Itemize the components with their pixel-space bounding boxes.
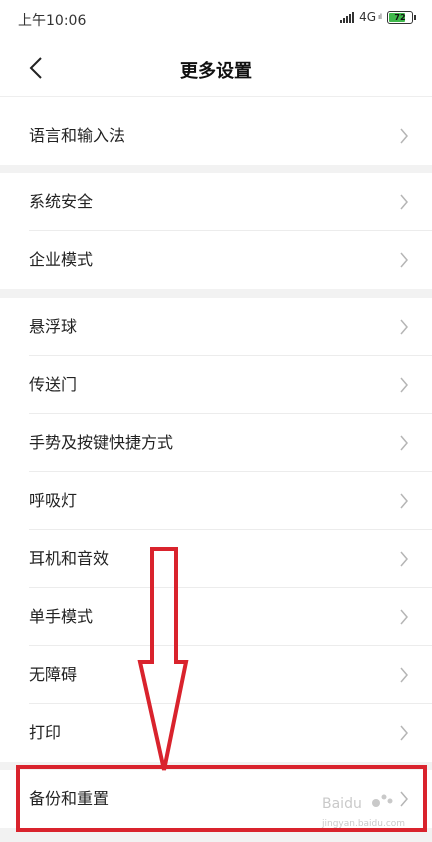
chevron-right-icon: [400, 194, 408, 210]
section-gap: [0, 828, 432, 842]
status-time: 上午10:06: [18, 13, 87, 29]
settings-item-one-hand-mode[interactable]: 单手模式: [0, 588, 432, 646]
settings-item-accessibility[interactable]: 无障碍: [0, 646, 432, 704]
chevron-right-icon: [400, 319, 408, 335]
chevron-right-icon: [400, 725, 408, 741]
section-gap: [0, 762, 432, 770]
settings-item-gesture-shortcuts[interactable]: 手势及按键快捷方式: [0, 414, 432, 472]
settings-item-label: 悬浮球: [29, 317, 78, 336]
chevron-right-icon: [400, 609, 408, 625]
settings-item-breathing-light[interactable]: 呼吸灯: [0, 472, 432, 530]
settings-item-label: 耳机和音效: [29, 549, 110, 568]
chevron-right-icon: [400, 377, 408, 393]
section-gap: [0, 289, 432, 298]
settings-item-label: 无障碍: [29, 665, 78, 684]
battery-icon: 72: [387, 10, 413, 24]
chevron-right-icon: [400, 252, 408, 268]
settings-item-portal[interactable]: 传送门: [0, 356, 432, 414]
settings-item-label: 单手模式: [29, 607, 94, 626]
settings-item-label: 打印: [29, 723, 62, 742]
settings-item-label: 系统安全: [29, 192, 94, 211]
battery-tip: [414, 14, 416, 20]
settings-item-print[interactable]: 打印: [0, 704, 432, 762]
settings-item-system-security[interactable]: 系统安全: [0, 173, 432, 231]
chevron-right-icon: [400, 667, 408, 683]
header: 更多设置: [0, 40, 432, 96]
chevron-right-icon: [400, 551, 408, 567]
chevron-right-icon: [400, 128, 408, 144]
settings-item-label: 企业模式: [29, 250, 94, 269]
settings-item-label: 呼吸灯: [29, 491, 78, 510]
chevron-right-icon: [400, 435, 408, 451]
settings-item-enterprise-mode[interactable]: 企业模式: [0, 231, 432, 289]
network-type: 4G: [359, 10, 377, 24]
settings-item-headphones-audio[interactable]: 耳机和音效: [0, 530, 432, 588]
settings-item-floating-ball[interactable]: 悬浮球: [0, 298, 432, 356]
battery-level: 72: [394, 12, 406, 22]
chevron-right-icon: [400, 493, 408, 509]
scrolled-row-edge: [0, 96, 432, 106]
chevron-right-icon: [400, 791, 408, 807]
page-title: 更多设置: [180, 61, 252, 82]
settings-item-label: 语言和输入法: [29, 126, 126, 145]
settings-item-backup-reset[interactable]: 备份和重置: [0, 770, 432, 828]
status-bar: 上午10:06 4G ıl 72: [0, 0, 432, 36]
settings-item-label: 传送门: [29, 375, 78, 394]
status-indicators: 4G ıl 72: [340, 10, 416, 24]
section-gap: [0, 165, 432, 173]
settings-item-language-input[interactable]: 语言和输入法: [0, 107, 432, 165]
settings-item-label: 手势及按键快捷方式: [29, 433, 174, 452]
network-activity-icon: ıl: [378, 13, 382, 21]
signal-icon: [340, 11, 355, 23]
settings-item-label: 备份和重置: [29, 789, 110, 808]
